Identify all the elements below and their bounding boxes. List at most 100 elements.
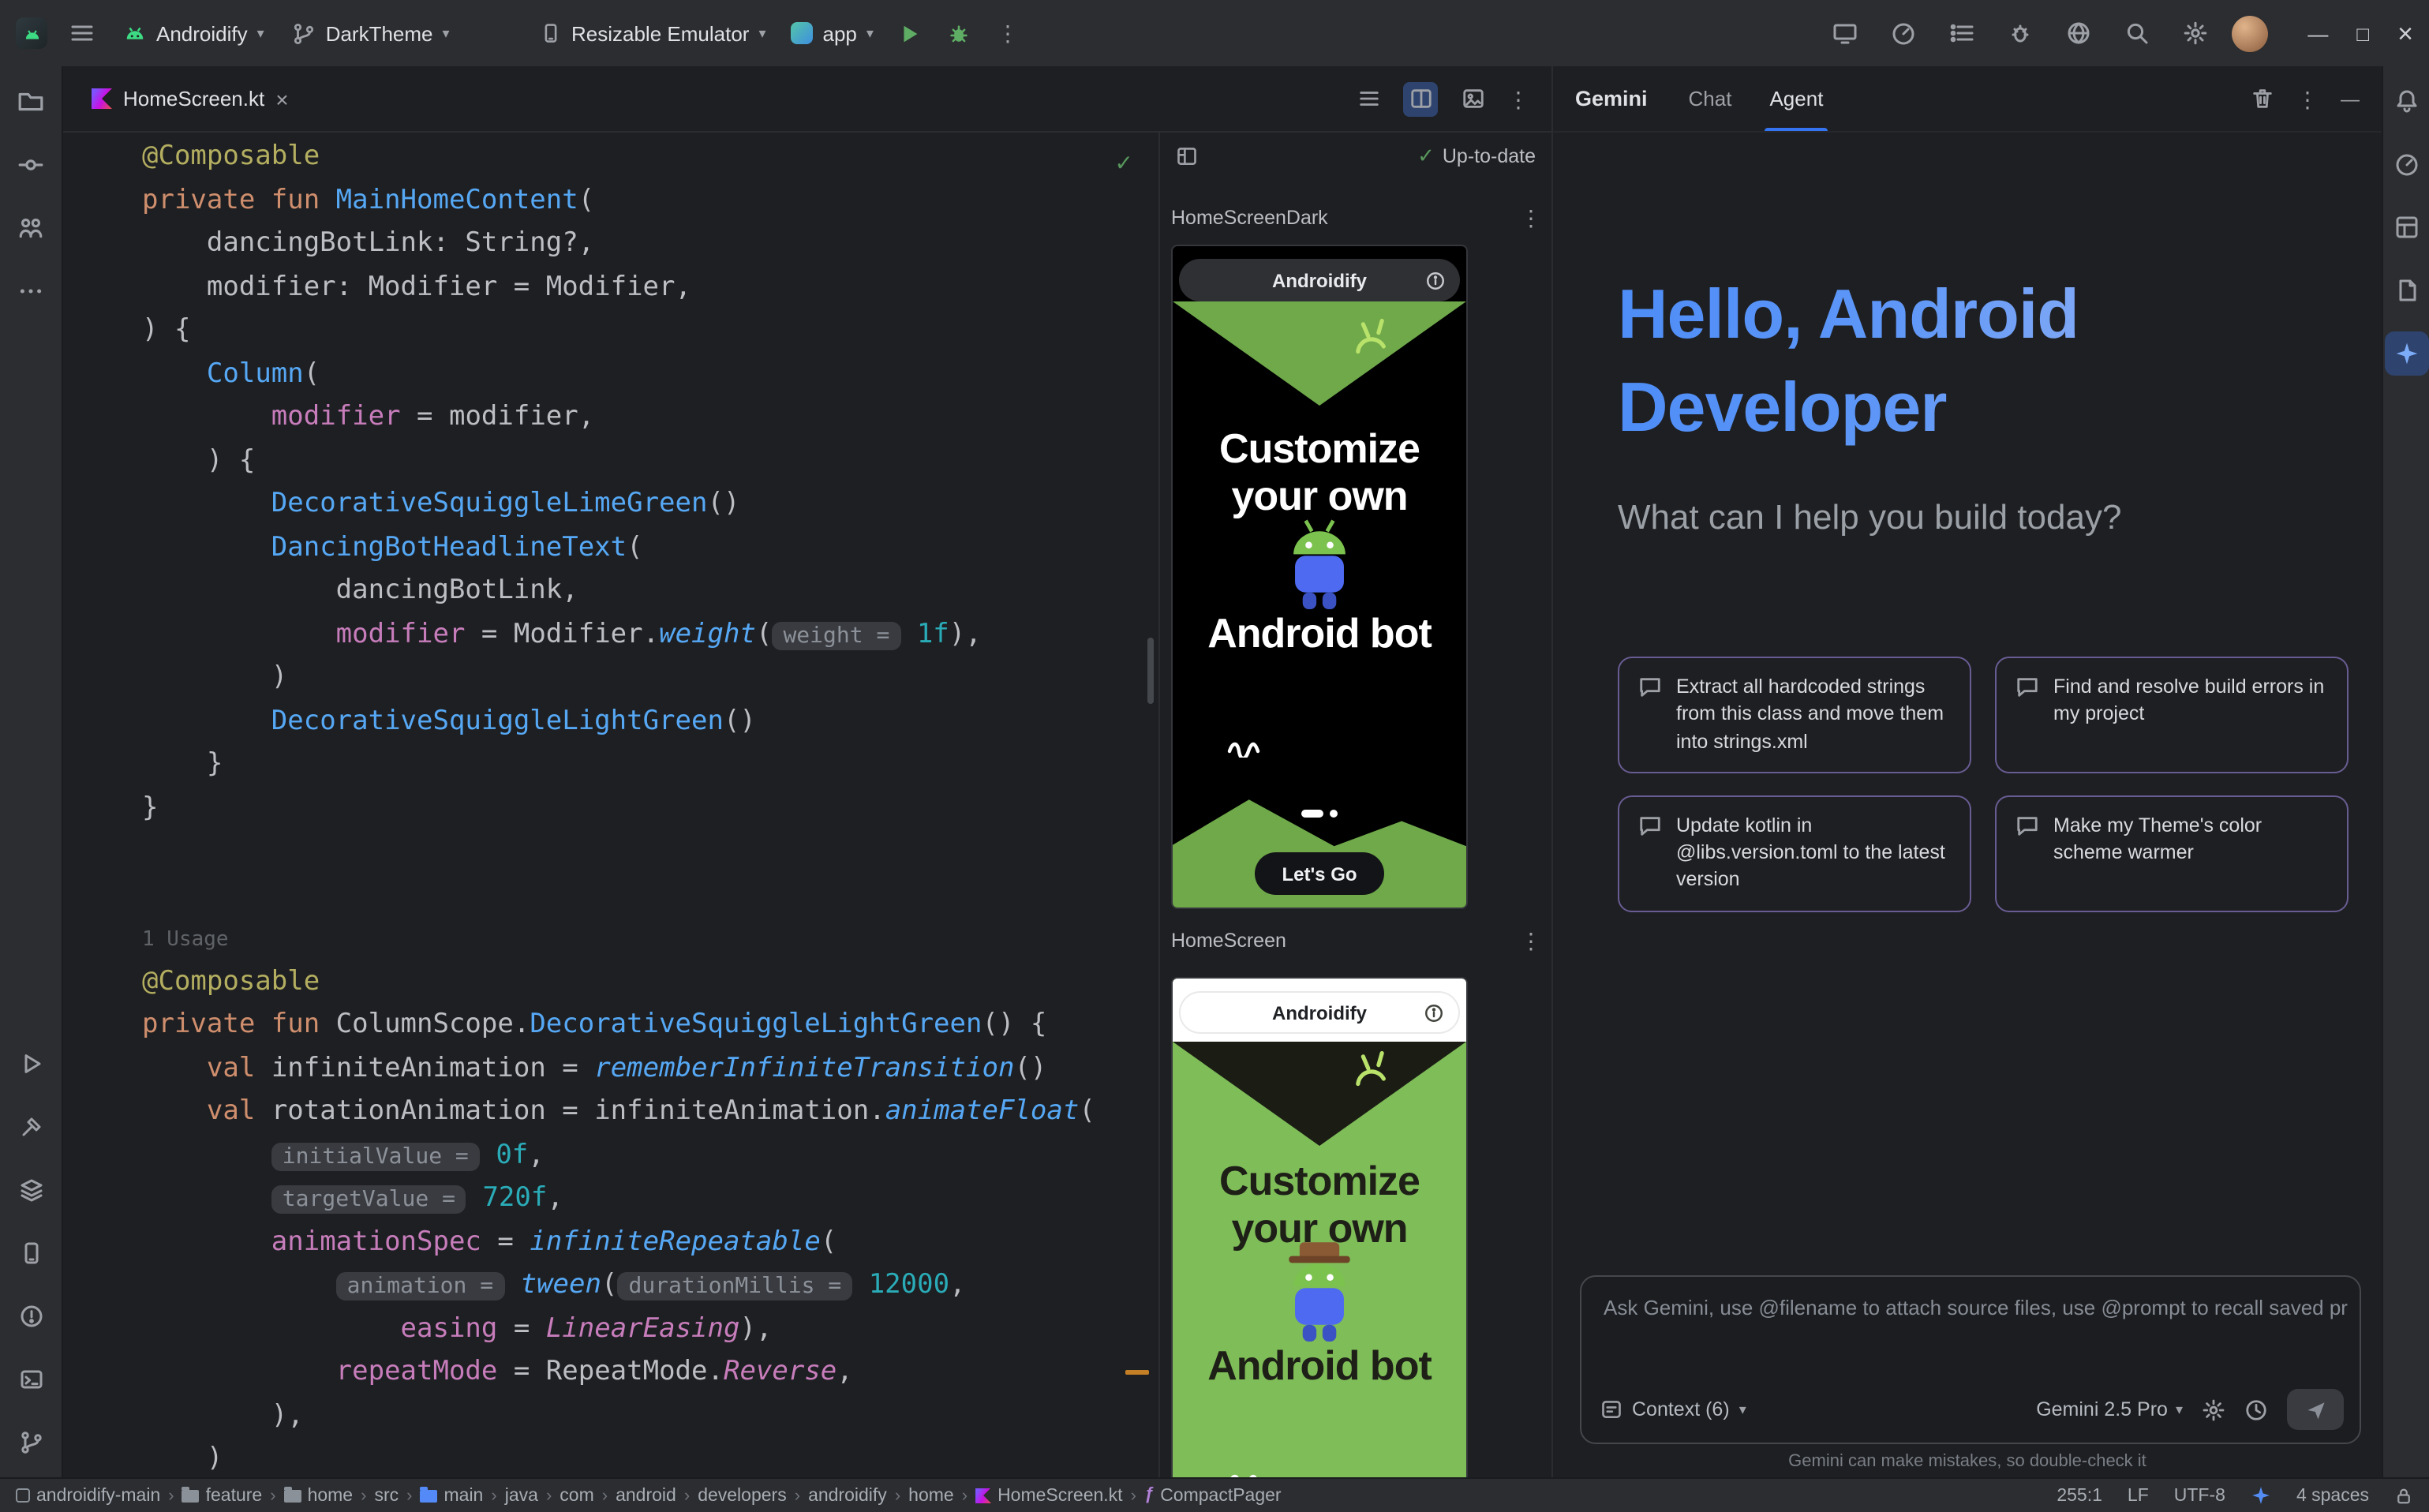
code-line[interactable]: private fun ColumnScope.DecorativeSquigg… — [142, 1004, 1158, 1047]
commit-tool-button[interactable] — [7, 134, 54, 194]
suggestion-card[interactable]: Update kotlin in @libs.version.toml to t… — [1618, 795, 1971, 912]
debug-button[interactable] — [938, 15, 981, 51]
maximize-button[interactable]: □ — [2356, 23, 2369, 43]
suggestion-card[interactable]: Make my Theme's color scheme warmer — [1995, 795, 2349, 912]
breadcrumb-item[interactable]: home — [284, 1486, 354, 1505]
layout-inspector-button[interactable] — [2382, 197, 2429, 257]
branch-selector[interactable]: DarkTheme ▾ — [283, 15, 459, 51]
view-mode-split-button[interactable] — [1403, 81, 1438, 116]
editor-options-button[interactable]: ⋮ — [1507, 88, 1529, 110]
task-list-button[interactable] — [1940, 14, 1984, 52]
code-line[interactable]: easing = LinearEasing), — [142, 1308, 1158, 1351]
search-everywhere-button[interactable] — [2115, 14, 2159, 52]
pull-requests-tool-button[interactable] — [7, 197, 54, 257]
main-menu-button[interactable] — [60, 14, 104, 52]
preview-options-button[interactable]: ⋮ — [1520, 930, 1542, 952]
preview-options-button[interactable]: ⋮ — [1520, 207, 1542, 229]
suggestion-card[interactable]: Find and resolve build errors in my proj… — [1995, 657, 2349, 773]
settings-button[interactable] — [2173, 14, 2218, 52]
code-line[interactable]: initialValue = 0f, — [142, 1134, 1158, 1177]
tab-agent[interactable]: Agent — [1769, 66, 1823, 131]
running-devices-button[interactable] — [1823, 14, 1867, 52]
run-config-selector[interactable]: app ▾ — [782, 15, 883, 51]
gemini-options-button[interactable]: ⋮ — [2296, 88, 2319, 110]
gear-icon[interactable] — [2202, 1398, 2225, 1421]
project-selector[interactable]: Androidify ▾ — [114, 15, 274, 51]
history-clock-icon[interactable] — [2244, 1398, 2268, 1421]
ai-spark-icon[interactable] — [2251, 1485, 2271, 1506]
cursor-position[interactable]: 255:1 — [2057, 1486, 2102, 1505]
lock-icon[interactable] — [2394, 1486, 2413, 1505]
breadcrumb-item[interactable]: feature — [182, 1486, 263, 1505]
code-line[interactable]: val infiniteAnimation = rememberInfinite… — [142, 1047, 1158, 1091]
code-line[interactable]: dancingBotLink, — [142, 570, 1158, 613]
project-tool-button[interactable] — [7, 71, 54, 131]
indent-setting[interactable]: 4 spaces — [2296, 1486, 2369, 1505]
code-line[interactable]: ), — [142, 1394, 1158, 1438]
file-encoding[interactable]: UTF-8 — [2174, 1486, 2225, 1505]
notifications-button[interactable] — [2382, 71, 2429, 131]
code-line[interactable]: @Composable — [142, 960, 1158, 1004]
view-mode-code-button[interactable] — [1351, 81, 1386, 116]
editor-scrollbar[interactable] — [1147, 638, 1154, 704]
code-line[interactable]: } — [142, 743, 1158, 787]
code-line[interactable]: @Composable — [142, 136, 1158, 179]
code-line[interactable]: Column( — [142, 353, 1158, 396]
problems-button[interactable] — [7, 1286, 54, 1346]
user-avatar[interactable] — [2232, 15, 2268, 51]
breadcrumb-item[interactable]: java — [505, 1486, 538, 1505]
gemini-prompt-input[interactable]: Ask Gemini, use @filename to attach sour… — [1580, 1275, 2361, 1444]
running-devices-tool-button[interactable] — [2382, 134, 2429, 194]
line-separator[interactable]: LF — [2128, 1486, 2149, 1505]
tab-chat[interactable]: Chat — [1689, 66, 1732, 131]
preview-layout-icon[interactable] — [1176, 145, 1198, 167]
breadcrumb-item[interactable]: home — [908, 1486, 954, 1505]
gemini-tool-button[interactable] — [2384, 331, 2428, 376]
trash-icon[interactable] — [2251, 87, 2274, 110]
code-line[interactable]: ) { — [142, 440, 1158, 483]
breadcrumb-item[interactable]: main — [421, 1486, 484, 1505]
breadcrumb-item[interactable]: androidify — [808, 1486, 887, 1505]
send-button[interactable] — [2287, 1389, 2344, 1430]
device-streaming-button[interactable] — [2057, 14, 2101, 52]
more-run-actions-button[interactable]: ⋮ — [987, 16, 1028, 51]
breadcrumb-item[interactable]: src — [374, 1486, 399, 1505]
profiler-button[interactable] — [1881, 14, 1926, 52]
code-line[interactable]: dancingBotLink: String?, — [142, 223, 1158, 266]
model-selector[interactable]: Gemini 2.5 Pro ▾ — [2036, 1398, 2183, 1420]
code-line[interactable]: val rotationAnimation = infiniteAnimatio… — [142, 1091, 1158, 1134]
breadcrumb-item[interactable]: androidify-main — [16, 1486, 160, 1505]
breadcrumb-item[interactable]: developers — [698, 1486, 787, 1505]
breadcrumb-item[interactable]: HomeScreen.kt — [975, 1486, 1123, 1505]
view-mode-design-button[interactable] — [1455, 81, 1490, 116]
code-line[interactable]: DecorativeSquiggleLightGreen() — [142, 700, 1158, 743]
code-line[interactable]: ) — [142, 657, 1158, 700]
app-insights-button[interactable] — [1998, 14, 2042, 52]
tab-close-icon[interactable]: × — [275, 88, 288, 110]
close-button[interactable]: × — [2397, 20, 2413, 47]
code-line[interactable]: } — [142, 787, 1158, 830]
code-line[interactable]: private fun MainHomeContent( — [142, 179, 1158, 223]
code-editor[interactable]: @Composableprivate fun MainHomeContent( … — [63, 133, 1158, 1477]
code-line[interactable]: DancingBotHeadlineText( — [142, 526, 1158, 570]
hide-panel-button[interactable]: — — [2341, 88, 2360, 110]
code-line[interactable]: DecorativeSquiggleLimeGreen() — [142, 483, 1158, 526]
suggestion-card[interactable]: Extract all hardcoded strings from this … — [1618, 657, 1971, 773]
documentation-button[interactable] — [2382, 260, 2429, 320]
code-line[interactable]: animationSpec = infiniteRepeatable( — [142, 1221, 1158, 1264]
editor-tab-homescreen[interactable]: HomeScreen.kt × — [76, 66, 305, 131]
build-tool-button[interactable] — [7, 1097, 54, 1157]
code-line[interactable]: modifier: Modifier = Modifier, — [142, 266, 1158, 309]
breadcrumb-item[interactable]: android — [616, 1486, 676, 1505]
lets-go-button[interactable]: Let's Go — [1255, 852, 1384, 895]
code-line[interactable]: modifier = Modifier.weight(weight = 1f), — [142, 613, 1158, 657]
code-line[interactable]: modifier = modifier, — [142, 396, 1158, 440]
more-tool-windows-button[interactable] — [7, 260, 54, 320]
code-line[interactable]: ) — [142, 1438, 1158, 1477]
minimize-button[interactable]: — — [2307, 23, 2328, 43]
preview-homescreen[interactable]: Androidify Customize your own — [1171, 977, 1468, 1477]
terminal-button[interactable] — [7, 1349, 54, 1409]
inspections-ok-icon[interactable]: ✓ — [1115, 150, 1133, 177]
run-button[interactable] — [889, 15, 932, 51]
device-selector[interactable]: Resizable Emulator ▾ — [530, 15, 776, 51]
